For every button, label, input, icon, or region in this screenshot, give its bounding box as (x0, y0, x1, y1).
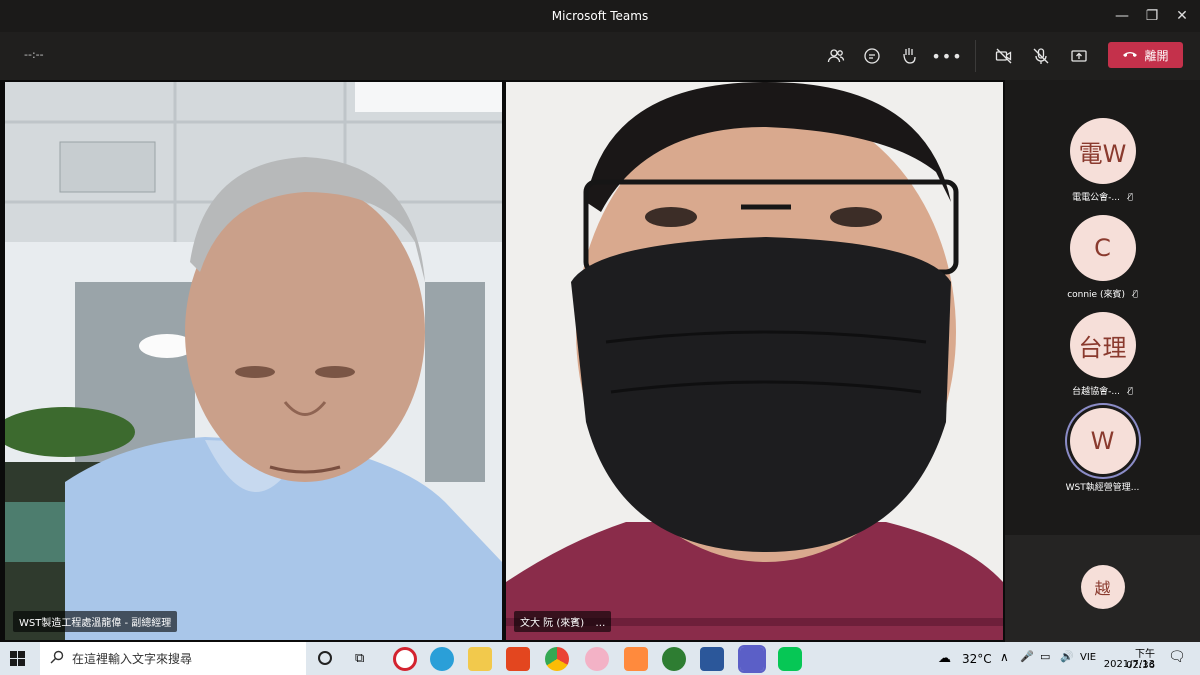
opera-icon[interactable] (393, 647, 417, 671)
meeting-timer: --:-- (24, 48, 44, 61)
participant-name: 電電公會-... (1072, 193, 1121, 203)
avatar: 電W (1069, 118, 1136, 184)
reactions-icon[interactable] (895, 42, 923, 70)
teams-icon[interactable] (738, 645, 766, 673)
file-explorer-icon[interactable] (468, 647, 492, 671)
muted-mic-icon: 🎙̸ (1128, 386, 1133, 395)
task-view-icon[interactable]: ⧉ (355, 651, 364, 666)
avatar: C (1069, 215, 1136, 281)
participant-name-tag: WST製造工程處溫龍偉 - 副總經理 (13, 611, 178, 632)
participant-card[interactable]: 台理 台越協會-... 🎙̸ (1005, 312, 1200, 397)
restore-icon[interactable]: ❐ (1142, 6, 1162, 26)
video-tile-2[interactable]: 文大 阮 (來賓) … (506, 82, 1003, 640)
volume-icon[interactable]: 🔊 (1060, 650, 1074, 663)
participant-video-2 (506, 82, 1003, 640)
weather-icon: ☁ (938, 651, 951, 666)
muted-mic-icon: 🎙̸ (1128, 192, 1133, 201)
battery-icon[interactable]: ▭ (1040, 650, 1050, 663)
leave-label: 離開 (1144, 48, 1169, 63)
avatar: W (1069, 408, 1136, 474)
meeting-toolbar: --:-- ••• 離開 (0, 32, 1200, 80)
chat-icon[interactable] (858, 42, 886, 70)
participant-card[interactable]: C connie (來賓) 🎙̸ (1005, 215, 1200, 300)
avatar: 台理 (1069, 312, 1136, 378)
edge-icon[interactable] (430, 647, 454, 671)
media-app-icon[interactable] (624, 647, 648, 671)
taskbar-search-input[interactable]: 在這裡輸入文字來搜尋 (40, 642, 306, 675)
camera-app-icon[interactable] (662, 647, 686, 671)
participant-name-tag: 文大 阮 (來賓) … (514, 611, 612, 632)
mic-off-icon[interactable] (1027, 42, 1055, 70)
share-screen-icon[interactable] (1065, 42, 1093, 70)
camera-off-icon[interactable] (990, 42, 1018, 70)
toolbar-divider (975, 40, 976, 72)
participant-video-1 (5, 82, 502, 640)
window-title: Microsoft Teams (551, 9, 649, 23)
participant-name: connie (來賓) (1067, 290, 1125, 300)
word-icon[interactable] (700, 647, 724, 671)
video-tile-1[interactable]: WST製造工程處溫龍偉 - 副總經理 (5, 82, 502, 640)
line-icon[interactable] (778, 647, 802, 671)
more-options-icon[interactable]: … (595, 618, 605, 629)
participant-name: 台越協會-... (1072, 387, 1121, 397)
search-icon (50, 650, 64, 667)
input-language[interactable]: VIE (1080, 652, 1096, 663)
meeting-stage: WST製造工程處溫龍偉 - 副總經理 文大 阮 (來賓) … 電W 電電公會-.… (0, 80, 1200, 642)
participant-card-speaking[interactable]: W WST執經營管理... (1005, 408, 1200, 493)
weather-temp[interactable]: 32°C (962, 652, 992, 666)
mic-icon[interactable]: 🎤 (1020, 650, 1034, 663)
search-placeholder: 在這裡輸入文字來搜尋 (72, 652, 193, 666)
muted-mic-icon: 🎙̸ (1132, 289, 1138, 298)
app-icon[interactable] (585, 647, 609, 671)
cortana-icon[interactable] (318, 651, 332, 665)
leave-button[interactable]: 離開 (1108, 42, 1183, 68)
close-icon[interactable]: ✕ (1172, 6, 1192, 26)
phone-hangup-icon (1122, 48, 1138, 62)
clock-date[interactable]: 2021/7/13 (1098, 659, 1155, 670)
title-bar: Microsoft Teams — ❐ ✕ (0, 0, 1200, 32)
participants-icon[interactable] (822, 42, 850, 70)
windows-taskbar: 在這裡輸入文字來搜尋 ⧉ ☁ 32°C ∧ 🎤 ▭ 🔊 VIE 下午 02:36… (0, 642, 1200, 675)
minimize-icon[interactable]: — (1112, 6, 1132, 26)
participant-name: 文大 阮 (來賓) (520, 618, 585, 629)
notification-icon[interactable]: 🗨 (1168, 649, 1186, 665)
participant-name: WST執經營管理... (1065, 483, 1140, 493)
chevron-up-icon[interactable]: ∧ (1000, 650, 1009, 664)
avatar: 越 (1080, 565, 1125, 609)
chrome-icon[interactable] (545, 647, 569, 671)
more-actions-icon[interactable]: ••• (931, 42, 961, 70)
office-icon[interactable] (506, 647, 530, 671)
windows-start-icon[interactable] (10, 651, 25, 670)
self-view[interactable]: 越 (1005, 535, 1200, 642)
participant-card[interactable]: 電W 電電公會-... 🎙̸ (1005, 118, 1200, 203)
participant-sidebar: 電W 電電公會-... 🎙̸ C connie (來賓) 🎙̸ 台理 台越協會-..… (1005, 80, 1200, 642)
